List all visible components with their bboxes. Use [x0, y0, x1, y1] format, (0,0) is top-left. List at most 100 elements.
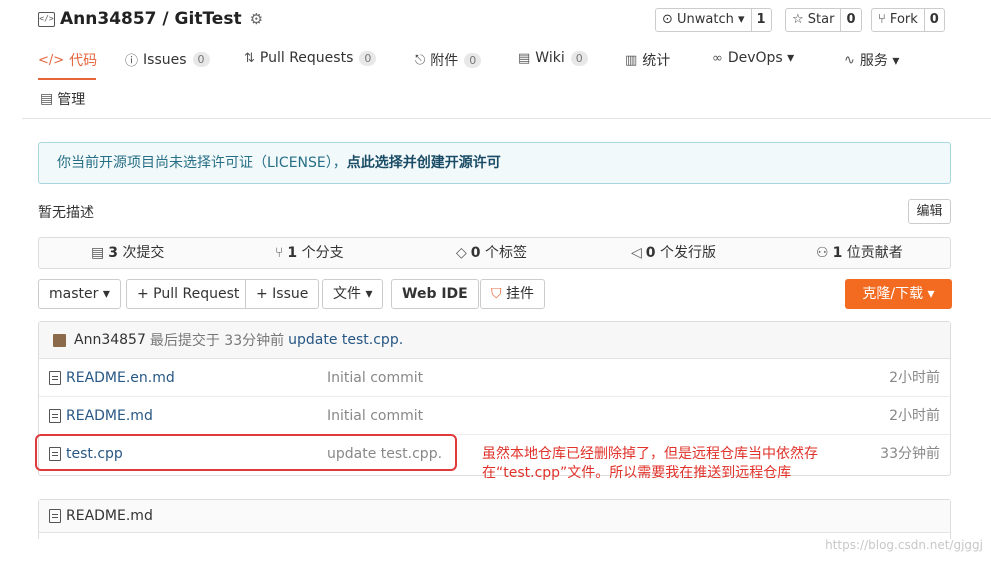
tag-icon: ◇ — [456, 245, 467, 261]
file-commit-time: 33分钟前 — [880, 446, 940, 462]
tab-issues[interactable]: ⓘ Issues 0 — [125, 50, 210, 69]
code-icon: </> — [38, 52, 65, 68]
releases-stat[interactable]: ◁ 0 个发行版 — [631, 238, 716, 268]
readme-title: README.md — [66, 508, 153, 524]
infinity-icon: ∞ — [712, 50, 723, 66]
watch-button[interactable]: ⊙ Unwatch ▾ 1 — [655, 8, 772, 32]
tab-label: 代码 — [69, 53, 98, 69]
file-icon — [49, 509, 61, 523]
tab-label: 附件 — [430, 53, 459, 69]
new-issue-button[interactable]: + Issue — [245, 279, 320, 309]
file-link[interactable]: README.md — [49, 397, 153, 435]
bar-chart-icon: ▥ — [625, 52, 638, 68]
header-divider — [22, 118, 991, 119]
table-row: README.en.md Initial commit 2小时前 — [39, 359, 950, 397]
file-commit-time: 2小时前 — [889, 408, 940, 424]
license-notice-text: 你当前开源项目尚未选择许可证（LICENSE）， — [57, 155, 347, 171]
commit-author[interactable]: Ann34857 — [74, 332, 146, 348]
pulse-icon: ∿ — [844, 52, 855, 68]
star-button[interactable]: ☆ Star 0 — [785, 8, 862, 32]
tab-label: 统计 — [642, 53, 671, 69]
tab-label: DevOps ▾ — [727, 50, 795, 66]
clone-download-button[interactable]: 克隆/下载 ▾ — [845, 279, 952, 309]
tab-label: 管理 — [57, 92, 86, 108]
tab-label: 服务 ▾ — [859, 53, 900, 69]
tab-code[interactable]: </> 代码 — [38, 50, 97, 70]
pin-widget-button[interactable]: ⛉ 挂件 — [480, 279, 545, 309]
tab-devops[interactable]: ∞ DevOps ▾ — [712, 50, 794, 66]
contributors-icon: ⚇ — [816, 245, 829, 261]
fork-label[interactable]: ⑂ Fork — [872, 9, 925, 31]
file-link[interactable]: README.en.md — [49, 359, 175, 397]
file-menu-button[interactable]: 文件 ▾ — [322, 279, 384, 309]
tab-label: Pull Requests — [259, 50, 354, 66]
tab-label: Wiki — [535, 50, 565, 66]
repo-name[interactable]: Ann34857 / GitTest — [60, 9, 242, 29]
latest-commit-row: Ann34857 最后提交于 33分钟前 update test.cpp. — [39, 322, 950, 359]
star-label[interactable]: ☆ Star — [786, 9, 842, 31]
file-commit-message[interactable]: Initial commit — [327, 359, 423, 397]
releases-label: 个发行版 — [659, 245, 716, 261]
pull-request-icon: ⇅ — [244, 50, 255, 66]
branches-label: 个分支 — [301, 245, 344, 261]
watch-label[interactable]: ⊙ Unwatch ▾ — [656, 9, 752, 31]
avatar[interactable] — [53, 333, 66, 347]
tab-attachments[interactable]: ⎋ 附件 0 — [415, 50, 482, 70]
watch-count[interactable]: 1 — [752, 9, 771, 31]
commit-message-link[interactable]: update test.cpp. — [288, 332, 403, 348]
tab-services[interactable]: ∿ 服务 ▾ — [844, 50, 899, 70]
tags-stat[interactable]: ◇ 0 个标签 — [456, 238, 527, 268]
commits-label: 次提交 — [122, 245, 165, 261]
license-notice: 你当前开源项目尚未选择许可证（LICENSE），点此选择并创建开源许可 — [38, 142, 951, 184]
contributors-label: 位贡献者 — [846, 245, 903, 261]
badge-icon: ⚙ — [249, 10, 264, 28]
repo-icon: </> — [38, 11, 55, 27]
commits-count: 3 — [108, 245, 118, 261]
repo-title: </> Ann34857 / GitTest ⚙ — [38, 8, 263, 30]
fork-count[interactable]: 0 — [925, 9, 944, 31]
tab-stats[interactable]: ▥ 统计 — [625, 50, 670, 70]
active-tab-indicator — [38, 78, 96, 80]
tab-wiki[interactable]: ▤ Wiki 0 — [518, 50, 588, 66]
file-commit-message[interactable]: Initial commit — [327, 397, 423, 435]
readme-header: README.md — [39, 500, 950, 533]
file-name[interactable]: README.md — [66, 397, 153, 435]
tab-count: 0 — [570, 50, 588, 66]
branch-icon: ⑂ — [275, 245, 284, 261]
commits-stat[interactable]: ▤ 3 次提交 — [91, 238, 164, 268]
contributors-count: 1 — [832, 245, 843, 261]
book-icon: ▤ — [518, 50, 531, 66]
branches-count: 1 — [287, 245, 298, 261]
new-pull-request-button[interactable]: + Pull Request — [126, 279, 251, 309]
release-icon: ◁ — [631, 245, 642, 261]
file-name[interactable]: README.en.md — [66, 359, 175, 397]
web-ide-button[interactable]: Web IDE — [391, 279, 479, 309]
commit-icon: ▤ — [91, 245, 105, 261]
contributors-stat[interactable]: ⚇ 1 位贡献者 — [816, 238, 903, 268]
tags-count: 0 — [470, 245, 481, 261]
repo-stats-bar: ▤ 3 次提交 ⑂ 1 个分支 ◇ 0 个标签 ◁ 0 个发行版 ⚇ 1 位贡献者 — [38, 237, 951, 269]
tab-manage[interactable]: ▤ 管理 — [40, 89, 85, 109]
tab-count: 0 — [464, 52, 482, 68]
tab-count: 0 — [192, 52, 210, 67]
settings-doc-icon: ▤ — [40, 91, 54, 107]
pin-label: 挂件 — [505, 286, 534, 302]
branch-select[interactable]: master ▾ — [38, 279, 121, 309]
branches-stat[interactable]: ⑂ 1 个分支 — [275, 238, 344, 268]
annotation-text: 虽然本地仓库已经删除掉了，但是远程仓库当中依然存在“test.cpp”文件。所以… — [482, 446, 818, 481]
readme-panel: README.md — [38, 499, 951, 539]
file-icon — [49, 409, 61, 423]
star-count[interactable]: 0 — [841, 9, 860, 31]
fork-button[interactable]: ⑂ Fork 0 — [871, 8, 945, 32]
bookmark-icon: ⛉ — [491, 286, 502, 302]
issue-icon: ⓘ — [125, 54, 139, 69]
releases-count: 0 — [645, 245, 656, 261]
paperclip-icon: ⎋ — [415, 52, 426, 68]
license-create-link[interactable]: 点此选择并创建开源许可 — [347, 155, 501, 171]
edit-description-button[interactable]: 编辑 — [908, 199, 951, 224]
tab-label: Issues — [143, 51, 187, 68]
repo-description: 暂无描述 — [38, 205, 94, 221]
tab-pull-requests[interactable]: ⇅ Pull Requests 0 — [244, 50, 377, 66]
file-commit-time: 2小时前 — [889, 370, 940, 386]
commit-time: 最后提交于 33分钟前 — [149, 333, 285, 349]
